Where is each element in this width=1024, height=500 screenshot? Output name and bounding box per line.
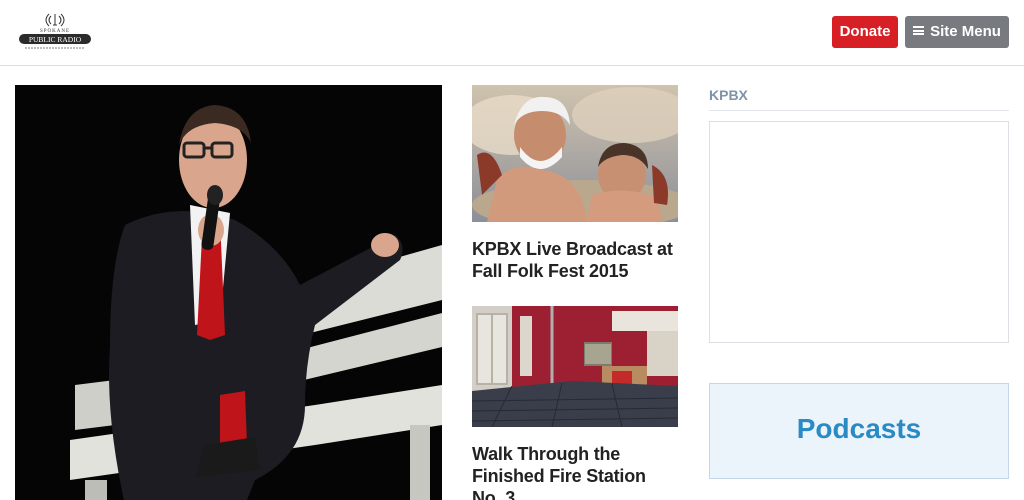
- spokane-public-radio-logo[interactable]: SPOKANE PUBLIC RADIO: [17, 12, 93, 52]
- divider: [709, 110, 1009, 111]
- hamburger-icon: [913, 26, 925, 36]
- podcasts-button[interactable]: Podcasts: [709, 383, 1009, 479]
- sidebar-heading: KPBX: [709, 87, 748, 103]
- story-image[interactable]: [472, 306, 678, 427]
- donate-button[interactable]: Donate: [832, 16, 898, 48]
- story-title[interactable]: Walk Through the Finished Fire Station N…: [472, 443, 678, 500]
- lead-story-photo[interactable]: [15, 85, 442, 500]
- podcasts-label: Podcasts: [796, 413, 922, 444]
- fire-station-interior-image: [472, 306, 678, 427]
- svg-text:PUBLIC RADIO: PUBLIC RADIO: [29, 35, 82, 44]
- angels-painting-image: [472, 85, 678, 222]
- story-card[interactable]: Walk Through the Finished Fire Station N…: [472, 306, 678, 500]
- kpbx-player-box: [709, 121, 1009, 343]
- story-card[interactable]: KPBX Live Broadcast at Fall Folk Fest 20…: [472, 85, 678, 282]
- donate-button-label: Donate: [839, 23, 891, 40]
- site-header: SPOKANE PUBLIC RADIO Donate Site Menu: [0, 0, 1024, 66]
- story-title[interactable]: KPBX Live Broadcast at Fall Folk Fest 20…: [472, 238, 678, 282]
- site-menu-label: Site Menu: [930, 23, 1001, 40]
- site-menu-button[interactable]: Site Menu: [905, 16, 1009, 48]
- performer-on-bench-image: [15, 85, 442, 500]
- svg-text:SPOKANE: SPOKANE: [40, 29, 70, 34]
- story-image[interactable]: [472, 85, 678, 222]
